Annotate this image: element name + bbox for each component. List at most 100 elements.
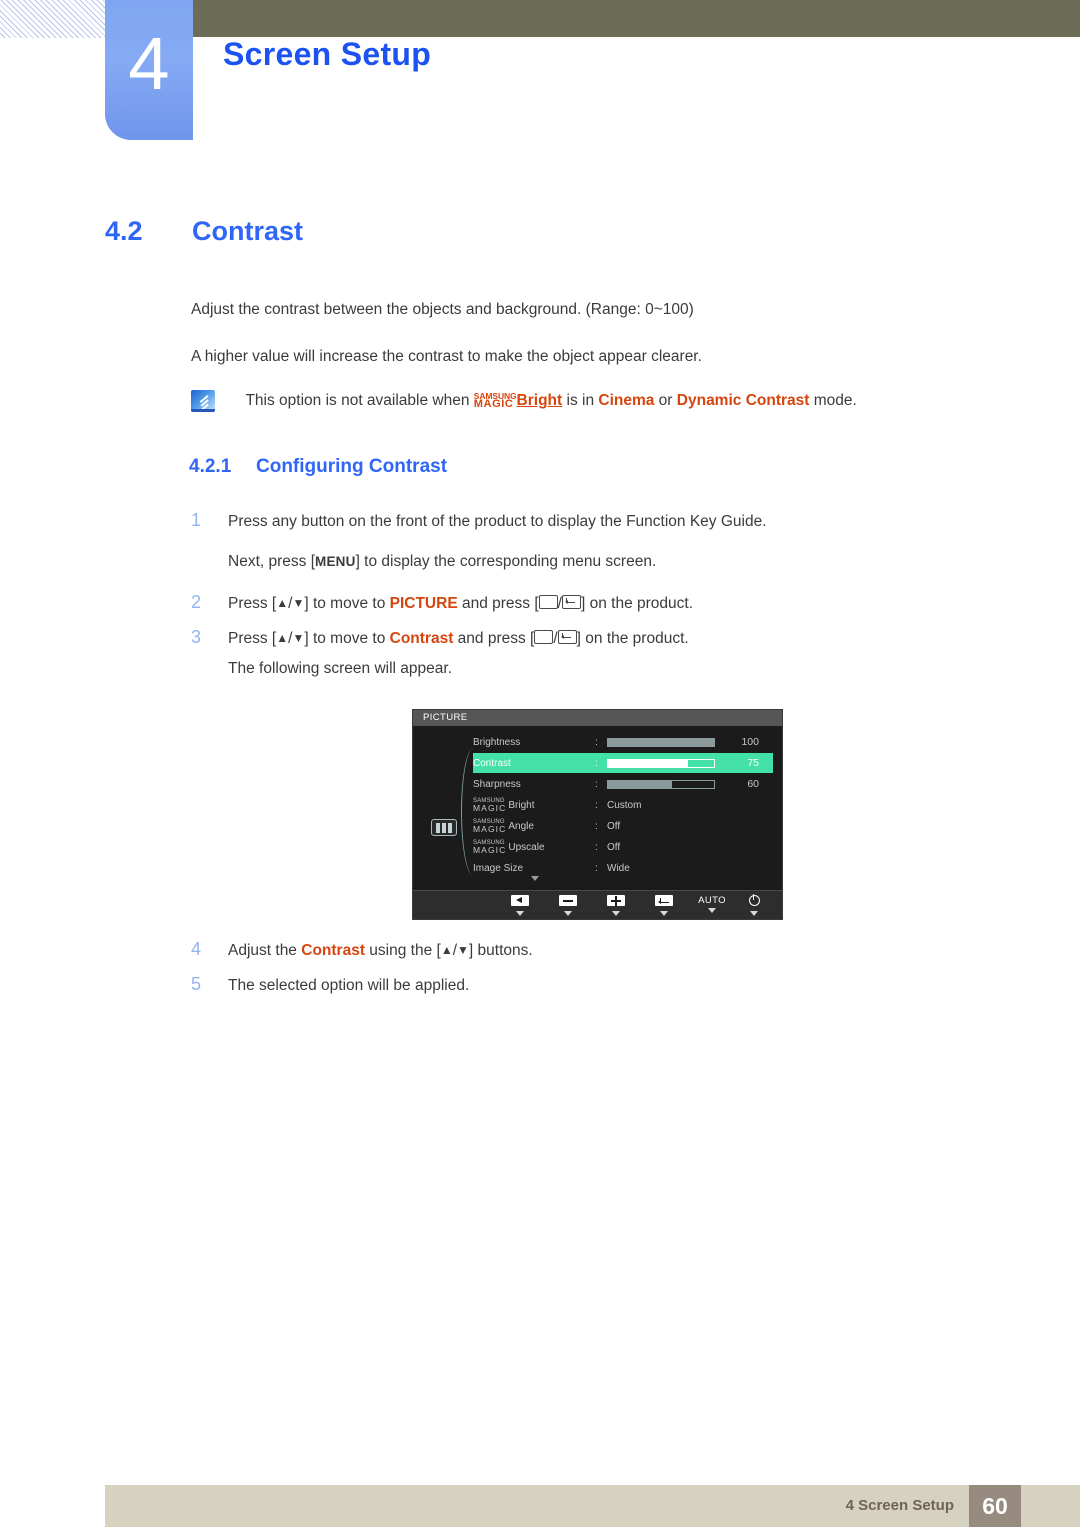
osd-slider-sharpness[interactable] bbox=[607, 779, 715, 789]
step-5-text: The selected option will be applied. bbox=[228, 977, 470, 994]
note-text-mid1: is in bbox=[562, 392, 599, 409]
osd-colon: : bbox=[595, 736, 598, 748]
magic-magic-text: MAGIC bbox=[473, 802, 507, 813]
magic-magic-text: MAGIC bbox=[473, 844, 507, 855]
osd-minus-button[interactable] bbox=[544, 895, 592, 916]
enter-key-icon bbox=[557, 630, 577, 644]
osd-label-contrast: Contrast bbox=[473, 757, 511, 769]
magic-bright-term: Bright bbox=[516, 392, 563, 409]
up-arrow-icon: ▲ bbox=[276, 596, 289, 610]
osd-label-brightness: Brightness bbox=[473, 736, 521, 748]
caret-down-icon bbox=[660, 911, 668, 916]
osd-power-button[interactable] bbox=[736, 894, 772, 916]
step-3-b: ] to move to bbox=[304, 630, 390, 647]
osd-row-sharpness[interactable]: Sharpness : 60 bbox=[473, 774, 773, 794]
osd-colon: : bbox=[595, 862, 598, 874]
osd-row-magic-bright[interactable]: SAMSUNG MAGIC Bright : Custom bbox=[473, 795, 773, 815]
osd-label-image-size: Image Size bbox=[473, 862, 524, 874]
osd-row-image-size[interactable]: Image Size : Wide bbox=[473, 858, 773, 878]
note-text-before: This option is not available when bbox=[245, 392, 474, 409]
step-2-a: Press [ bbox=[228, 595, 277, 612]
step-2-d: ] on the product. bbox=[580, 595, 694, 612]
enter-key-icon bbox=[561, 595, 581, 609]
step-1-sub-after: ] to display the corresponding menu scre… bbox=[355, 553, 657, 570]
subsection-heading: 4.2.1 Configuring Contrast bbox=[189, 456, 447, 478]
step-4-b: using the [ bbox=[364, 942, 441, 959]
chapter-title: Screen Setup bbox=[223, 36, 432, 72]
down-arrow-icon: ▼ bbox=[457, 943, 469, 957]
step-5: 5 The selected option will be applied. bbox=[191, 974, 469, 995]
osd-row-brightness[interactable]: Brightness : 100 bbox=[473, 732, 773, 752]
menu-key-label: MENU bbox=[315, 554, 356, 569]
osd-title-bar: PICTURE bbox=[413, 710, 782, 726]
subsection-number: 4.2.1 bbox=[189, 456, 232, 477]
step-4: 4 Adjust the Contrast using the [▲/▼] but… bbox=[191, 939, 533, 960]
osd-value-image-size: Wide bbox=[607, 862, 630, 874]
osd-plus-button[interactable] bbox=[592, 895, 640, 916]
osd-body: Brightness : 100 Contrast : 75 Sharpness… bbox=[413, 726, 782, 891]
osd-slider-contrast[interactable] bbox=[607, 758, 715, 768]
osd-label-magic-angle: SAMSUNG MAGIC Angle bbox=[473, 819, 595, 833]
osd-label-bright-word: Bright bbox=[508, 799, 535, 811]
up-arrow-icon: ▲ bbox=[440, 943, 453, 957]
step-3-number: 3 bbox=[191, 627, 202, 647]
osd-label-upscale-word: Upscale bbox=[508, 841, 545, 853]
mode-cinema-term: Cinema bbox=[598, 392, 655, 409]
step-1-text: Press any button on the front of the pro… bbox=[228, 513, 767, 530]
osd-colon: : bbox=[595, 799, 598, 811]
page-number: 60 bbox=[969, 1485, 1021, 1527]
section-title: Contrast bbox=[192, 216, 304, 246]
caret-down-icon bbox=[612, 911, 620, 916]
step-2: 2 Press [▲/▼] to move to PICTURE and pres… bbox=[191, 592, 693, 613]
osd-value-contrast: 75 bbox=[747, 757, 759, 769]
magic-brand-label: SAMSUNG MAGIC bbox=[473, 840, 506, 854]
section-number: 4.2 bbox=[105, 216, 143, 246]
step-5-number: 5 bbox=[191, 974, 202, 994]
intro-paragraph-1: Adjust the contrast between the objects … bbox=[191, 301, 694, 318]
plus-key-icon bbox=[607, 895, 625, 906]
step-3-subtext: The following screen will appear. bbox=[228, 660, 453, 677]
osd-auto-button[interactable]: AUTO bbox=[688, 895, 736, 913]
step-1-number: 1 bbox=[191, 510, 202, 530]
caret-down-icon bbox=[564, 911, 572, 916]
osd-value-magic-upscale: Off bbox=[607, 841, 621, 853]
source-key-icon bbox=[534, 630, 554, 644]
osd-footer-toolbar: AUTO bbox=[413, 890, 782, 919]
step-1: 1 Press any button on the front of the pr… bbox=[191, 510, 767, 531]
enter-key-icon bbox=[655, 895, 673, 906]
step-3-d: ] on the product. bbox=[576, 630, 689, 647]
page-header: 4 Screen Setup bbox=[0, 0, 1080, 150]
footer-chapter-label: 4 Screen Setup bbox=[845, 1497, 954, 1514]
osd-row-magic-upscale[interactable]: SAMSUNG MAGIC Upscale : Off bbox=[473, 837, 773, 857]
subsection-title: Configuring Contrast bbox=[256, 456, 448, 477]
step-3-a: Press [ bbox=[228, 630, 277, 647]
step-2-c: and press [ bbox=[457, 595, 539, 612]
step-2-b: ] to move to bbox=[304, 595, 390, 612]
hatch-decoration bbox=[0, 0, 108, 38]
power-icon bbox=[748, 894, 760, 906]
osd-row-contrast[interactable]: Contrast : 75 bbox=[473, 753, 773, 773]
magic-brand-label: SAMSUNG MAGIC bbox=[473, 392, 517, 410]
page-footer-bar: 4 Screen Setup bbox=[105, 1485, 1080, 1527]
magic-brand-label: SAMSUNG MAGIC bbox=[473, 819, 506, 833]
caret-down-icon bbox=[750, 911, 758, 916]
osd-colon: : bbox=[595, 841, 598, 853]
magic-magic-text: MAGIC bbox=[473, 397, 514, 410]
osd-scroll-down-icon[interactable] bbox=[531, 876, 539, 881]
osd-row-magic-angle[interactable]: SAMSUNG MAGIC Angle : Off bbox=[473, 816, 773, 836]
magic-brand-label: SAMSUNG MAGIC bbox=[473, 798, 506, 812]
caret-down-icon bbox=[708, 908, 716, 913]
magic-magic-text: MAGIC bbox=[473, 823, 507, 834]
osd-label-magic-bright: SAMSUNG MAGIC Bright bbox=[473, 798, 595, 812]
osd-value-magic-bright: Custom bbox=[607, 799, 642, 811]
osd-back-button[interactable] bbox=[496, 895, 544, 916]
chapter-badge: 4 bbox=[105, 0, 193, 140]
minus-key-icon bbox=[559, 895, 577, 906]
step-1-subtext: Next, press [MENU] to display the corres… bbox=[228, 553, 656, 571]
step-4-c: ] buttons. bbox=[468, 942, 533, 959]
section-heading: 4.2 Contrast bbox=[105, 216, 905, 247]
osd-slider-brightness[interactable] bbox=[607, 737, 715, 747]
osd-label-angle-word: Angle bbox=[508, 820, 534, 832]
osd-enter-button[interactable] bbox=[640, 895, 688, 916]
step-3-c: and press [ bbox=[453, 630, 535, 647]
